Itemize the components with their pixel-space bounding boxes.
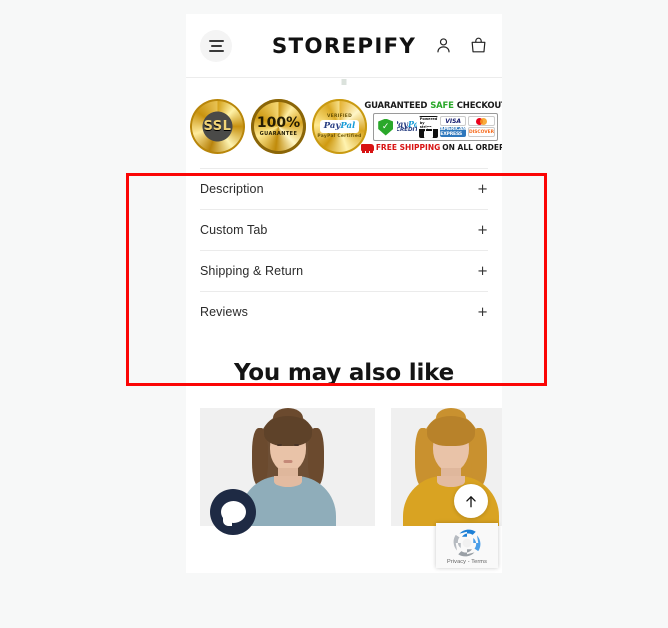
accordion-label: Reviews	[200, 305, 248, 319]
visa-card-icon: VISA	[440, 116, 466, 126]
stripe-lock-icon: Powered by stripe	[418, 116, 439, 138]
accordion-item-reviews[interactable]: Reviews +	[200, 291, 488, 332]
checkout-title-checkout: CHECKOUT	[456, 101, 502, 111]
paypal-credit-label: CREDIT	[397, 127, 416, 134]
ssl-seal-label: SSL	[203, 119, 232, 134]
expand-plus-icon[interactable]: +	[467, 265, 488, 278]
page-section-title: You may also like	[186, 332, 502, 408]
guarantee-top: 100%	[256, 115, 301, 131]
checkout-badge-title: GUARANTEED SAFE CHECKOUT	[364, 101, 502, 111]
menu-line-1	[208, 39, 224, 42]
accordion-item-description[interactable]: Description +	[200, 168, 488, 209]
mobile-site-viewport: STOREPIFY SSL 100% GUARANTEE VERIFIED Pa…	[186, 14, 502, 573]
product-tabs-accordion: Description + Custom Tab + Shipping & Re…	[186, 168, 502, 332]
paypal-verified-seal: VERIFIED PayPal PayPal Certified	[312, 99, 367, 154]
accordion-item-shipping-return[interactable]: Shipping & Return +	[200, 250, 488, 291]
header-actions	[434, 36, 488, 55]
discover-card-icon: DISCOVER	[467, 127, 496, 137]
guarantee-bottom: GUARANTEE	[259, 131, 298, 137]
mastercard-icon	[467, 116, 496, 126]
accordion-label: Description	[200, 182, 264, 196]
accordion-label: Shipping & Return	[200, 264, 304, 278]
hamburger-menu-icon[interactable]	[200, 29, 232, 62]
shirt-collar	[273, 476, 302, 487]
model-hair-front	[263, 416, 312, 446]
recaptcha-arrows-glyph	[453, 529, 481, 557]
menu-line-2	[210, 44, 222, 47]
checkout-title-guaranteed: GUARANTEED	[364, 101, 428, 111]
recaptcha-privacy-terms[interactable]: Privacy - Terms	[436, 559, 498, 565]
expand-plus-icon[interactable]: +	[467, 306, 488, 319]
free-shipping-banner: FREE SHIPPING ON ALL ORDERS	[360, 143, 502, 153]
menu-line-3	[208, 49, 224, 52]
shopping-bag-icon[interactable]	[469, 36, 488, 55]
expand-plus-icon[interactable]: +	[467, 224, 488, 237]
checkout-title-safe: SAFE	[430, 101, 454, 111]
paypal-seal-top: VERIFIED	[326, 114, 353, 120]
100-percent-guarantee-seal: 100% GUARANTEE	[251, 99, 306, 154]
chat-bubble-glyph	[220, 501, 246, 526]
accordion-item-custom-tab[interactable]: Custom Tab +	[200, 209, 488, 250]
delivery-truck-icon	[360, 144, 374, 153]
up-arrow-icon	[466, 495, 476, 507]
payment-methods-strip: ✓ PayPal CREDIT Powered by stripe VISA A…	[373, 113, 498, 141]
paypal-pal: Pal	[340, 121, 356, 132]
paypal-payment-icon: PayPal CREDIT	[397, 116, 417, 138]
trust-badges-row: SSL 100% GUARANTEE VERIFIED PayPal PayPa…	[186, 91, 502, 168]
cut-off-content-sliver	[186, 78, 502, 91]
expand-plus-icon[interactable]: +	[467, 183, 488, 196]
card-brands-column-1: VISA AMERICAN EXPRESS	[440, 116, 466, 138]
paypal-seal-logo: PayPal	[319, 120, 360, 133]
padlock-glyph	[424, 130, 434, 138]
guaranteed-safe-checkout-badge: GUARANTEED SAFE CHECKOUT ✓ PayPal CREDIT…	[360, 101, 502, 153]
recaptcha-logo-icon	[452, 528, 482, 558]
accordion-label: Custom Tab	[200, 223, 268, 237]
amex-card-icon: AMERICAN EXPRESS	[440, 127, 466, 137]
shirt-collar	[437, 476, 465, 487]
paypal-seal-bottom: PayPal Certified	[317, 133, 362, 139]
recaptcha-badge[interactable]: Privacy - Terms	[436, 523, 498, 568]
scroll-to-top-button[interactable]	[454, 484, 488, 518]
all-orders-text: ON ALL ORDERS	[442, 143, 502, 152]
ssl-secure-seal: SSL	[190, 99, 245, 154]
chat-bubble-icon[interactable]	[210, 489, 256, 535]
free-shipping-text: FREE SHIPPING	[375, 143, 441, 152]
site-header: STOREPIFY	[186, 14, 502, 78]
model-mouth	[283, 460, 292, 463]
paypal-pay: Pay	[323, 121, 341, 132]
guarantee-seal-text: 100% GUARANTEE	[257, 116, 300, 137]
user-account-icon[interactable]	[434, 36, 453, 55]
model-hair-front	[427, 416, 475, 446]
shield-check-glyph: ✓	[378, 118, 394, 136]
card-brands-column-2: DISCOVER	[467, 116, 496, 138]
secure-shield-icon: ✓	[376, 116, 396, 138]
